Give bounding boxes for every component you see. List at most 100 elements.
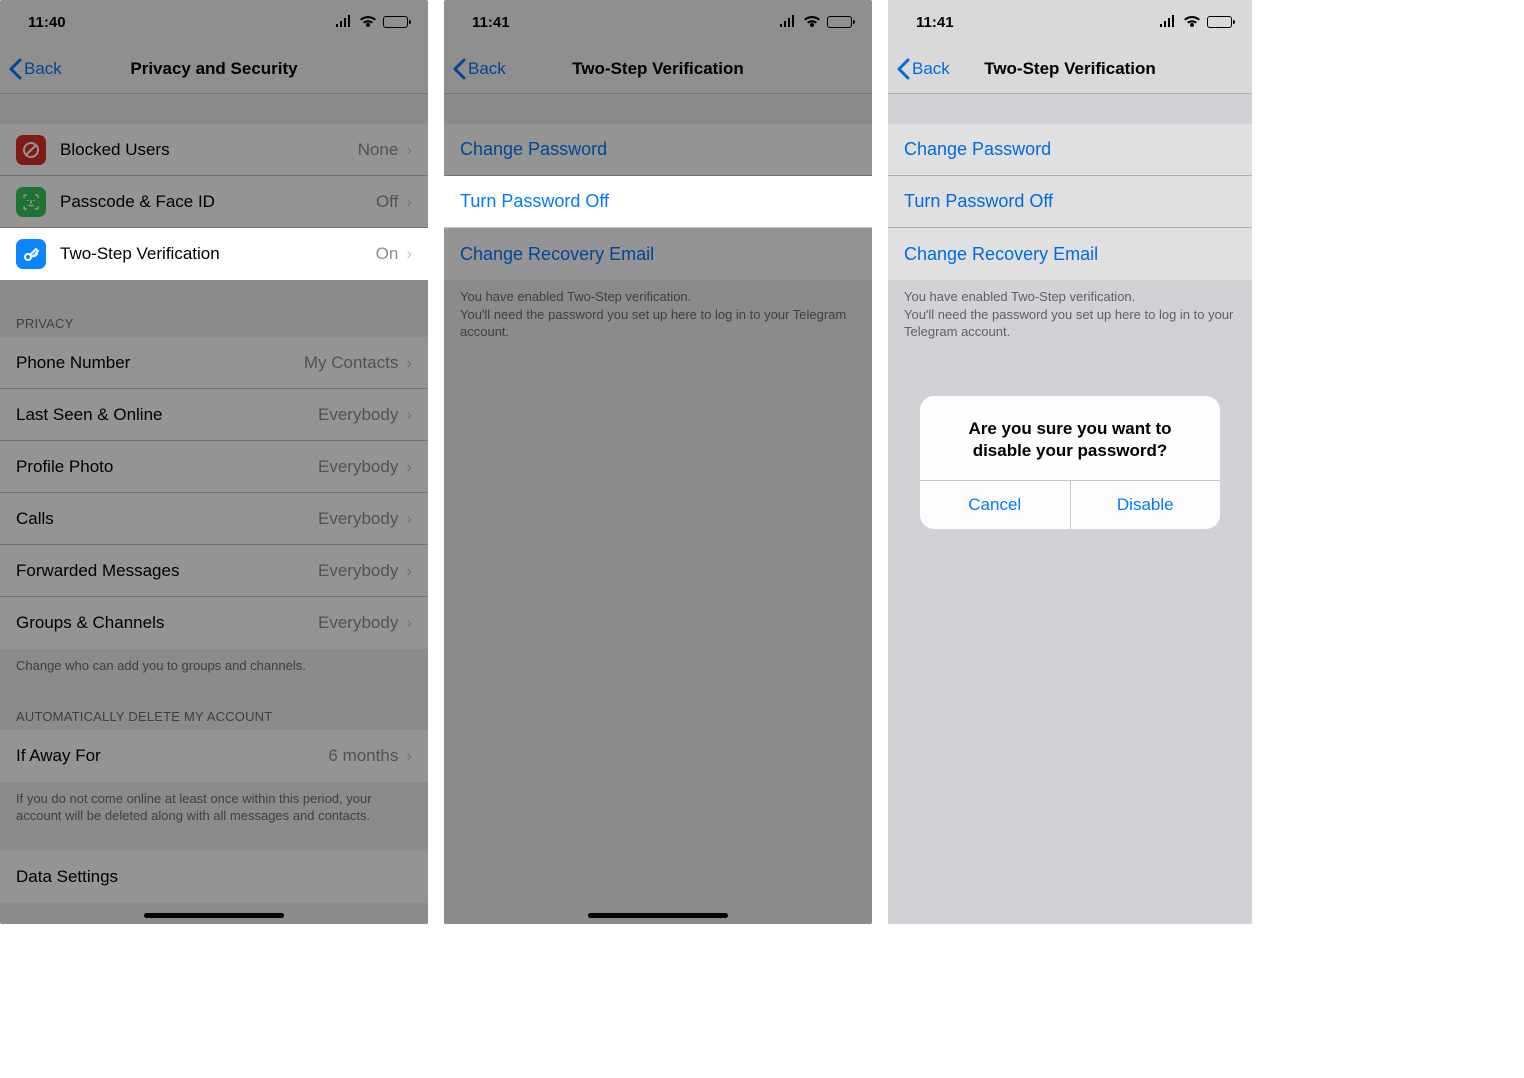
- row-passcode-faceid[interactable]: Passcode & Face ID Off ›: [0, 176, 428, 228]
- row-data-settings[interactable]: Data Settings: [0, 851, 428, 903]
- row-label: Calls: [16, 509, 318, 529]
- row-label: Blocked Users: [60, 140, 358, 160]
- row-label: Change Password: [460, 139, 856, 160]
- chevron-left-icon: [896, 58, 910, 80]
- status-icons: [335, 14, 408, 31]
- privacy-footer: Change who can add you to groups and cha…: [0, 649, 428, 683]
- chevron-right-icon: ›: [406, 140, 412, 160]
- back-button[interactable]: Back: [452, 58, 506, 80]
- row-if-away-for[interactable]: If Away For 6 months ›: [0, 730, 428, 782]
- twostep-section: Change Password Turn Password Off Change…: [888, 124, 1252, 280]
- row-value: Everybody: [318, 509, 398, 529]
- row-groups-channels[interactable]: Groups & Channels Everybody ›: [0, 597, 428, 649]
- row-change-password[interactable]: Change Password: [888, 124, 1252, 176]
- auto-delete-header: AUTOMATICALLY DELETE MY ACCOUNT: [0, 701, 428, 730]
- row-label: Passcode & Face ID: [60, 192, 376, 212]
- chevron-right-icon: ›: [406, 746, 412, 766]
- back-button[interactable]: Back: [8, 58, 62, 80]
- status-bar: 11:40: [0, 0, 428, 44]
- home-indicator[interactable]: [588, 913, 728, 918]
- auto-delete-section: If Away For 6 months ›: [0, 730, 428, 782]
- alert-title: Are you sure you want to disable your pa…: [920, 396, 1220, 480]
- back-label: Back: [24, 59, 62, 79]
- chevron-right-icon: ›: [406, 244, 412, 264]
- row-label: Two-Step Verification: [60, 244, 376, 264]
- status-bar: 11:41: [888, 0, 1252, 44]
- row-value: 6 months: [328, 746, 398, 766]
- wifi-icon: [359, 14, 377, 31]
- row-label: Change Recovery Email: [904, 244, 1236, 265]
- row-two-step-verification[interactable]: Two-Step Verification On ›: [0, 228, 428, 280]
- status-time: 11:41: [916, 14, 954, 31]
- page-title: Privacy and Security: [0, 59, 428, 79]
- battery-icon: [383, 16, 408, 28]
- row-phone-number[interactable]: Phone Number My Contacts ›: [0, 337, 428, 389]
- twostep-footer: You have enabled Two-Step verification. …: [444, 280, 872, 349]
- chevron-left-icon: [452, 58, 466, 80]
- row-turn-password-off[interactable]: Turn Password Off: [888, 176, 1252, 228]
- key-icon: [16, 239, 46, 269]
- row-change-recovery-email[interactable]: Change Recovery Email: [444, 228, 872, 280]
- chevron-right-icon: ›: [406, 457, 412, 477]
- row-label: Data Settings: [16, 867, 412, 887]
- disable-button[interactable]: Disable: [1070, 481, 1221, 529]
- phone-screenshot-2: 11:41 Back Two-Step Verification Change …: [444, 0, 872, 924]
- row-label: Phone Number: [16, 353, 304, 373]
- block-icon: [16, 135, 46, 165]
- auto-delete-footer: If you do not come online at least once …: [0, 782, 428, 833]
- cancel-button[interactable]: Cancel: [920, 481, 1070, 529]
- privacy-section: Phone Number My Contacts › Last Seen & O…: [0, 337, 428, 649]
- phone-screenshot-3: 11:41 Back Two-Step Verification Change …: [888, 0, 1252, 924]
- data-section: Data Settings: [0, 851, 428, 903]
- row-value: Everybody: [318, 405, 398, 425]
- row-label: If Away For: [16, 746, 328, 766]
- row-last-seen[interactable]: Last Seen & Online Everybody ›: [0, 389, 428, 441]
- row-label: Change Recovery Email: [460, 244, 856, 265]
- twostep-section: Change Password Turn Password Off Change…: [444, 124, 872, 280]
- cellular-icon: [779, 14, 797, 31]
- row-label: Last Seen & Online: [16, 405, 318, 425]
- back-label: Back: [912, 59, 950, 79]
- chevron-right-icon: ›: [406, 192, 412, 212]
- chevron-right-icon: ›: [406, 509, 412, 529]
- home-indicator[interactable]: [144, 913, 284, 918]
- row-value: Everybody: [318, 613, 398, 633]
- faceid-icon: [16, 187, 46, 217]
- chevron-right-icon: ›: [406, 613, 412, 633]
- nav-bar: Back Two-Step Verification: [444, 44, 872, 94]
- row-forwarded-messages[interactable]: Forwarded Messages Everybody ›: [0, 545, 428, 597]
- row-blocked-users[interactable]: Blocked Users None ›: [0, 124, 428, 176]
- row-value: My Contacts: [304, 353, 398, 373]
- row-value: Off: [376, 192, 398, 212]
- row-value: On: [376, 244, 399, 264]
- row-value: Everybody: [318, 561, 398, 581]
- row-calls[interactable]: Calls Everybody ›: [0, 493, 428, 545]
- back-button[interactable]: Back: [896, 58, 950, 80]
- privacy-header: PRIVACY: [0, 308, 428, 337]
- chevron-right-icon: ›: [406, 561, 412, 581]
- row-label: Turn Password Off: [904, 191, 1236, 212]
- twostep-footer: You have enabled Two-Step verification. …: [888, 280, 1252, 349]
- nav-bar: Back Two-Step Verification: [888, 44, 1252, 94]
- chevron-left-icon: [8, 58, 22, 80]
- row-profile-photo[interactable]: Profile Photo Everybody ›: [0, 441, 428, 493]
- row-value: None: [358, 140, 399, 160]
- row-value: Everybody: [318, 457, 398, 477]
- battery-icon: [1207, 16, 1232, 28]
- row-turn-password-off[interactable]: Turn Password Off: [444, 176, 872, 228]
- alert-buttons: Cancel Disable: [920, 480, 1220, 529]
- cellular-icon: [335, 14, 353, 31]
- row-label: Forwarded Messages: [16, 561, 318, 581]
- status-icons: [779, 14, 852, 31]
- phone-screenshot-1: 11:40 Back Privacy and Security Blocked …: [0, 0, 428, 924]
- nav-bar: Back Privacy and Security: [0, 44, 428, 94]
- cellular-icon: [1159, 14, 1177, 31]
- row-label: Profile Photo: [16, 457, 318, 477]
- wifi-icon: [1183, 14, 1201, 31]
- page-title: Two-Step Verification: [444, 59, 872, 79]
- row-change-recovery-email[interactable]: Change Recovery Email: [888, 228, 1252, 280]
- row-change-password[interactable]: Change Password: [444, 124, 872, 176]
- chevron-right-icon: ›: [406, 405, 412, 425]
- back-label: Back: [468, 59, 506, 79]
- status-bar: 11:41: [444, 0, 872, 44]
